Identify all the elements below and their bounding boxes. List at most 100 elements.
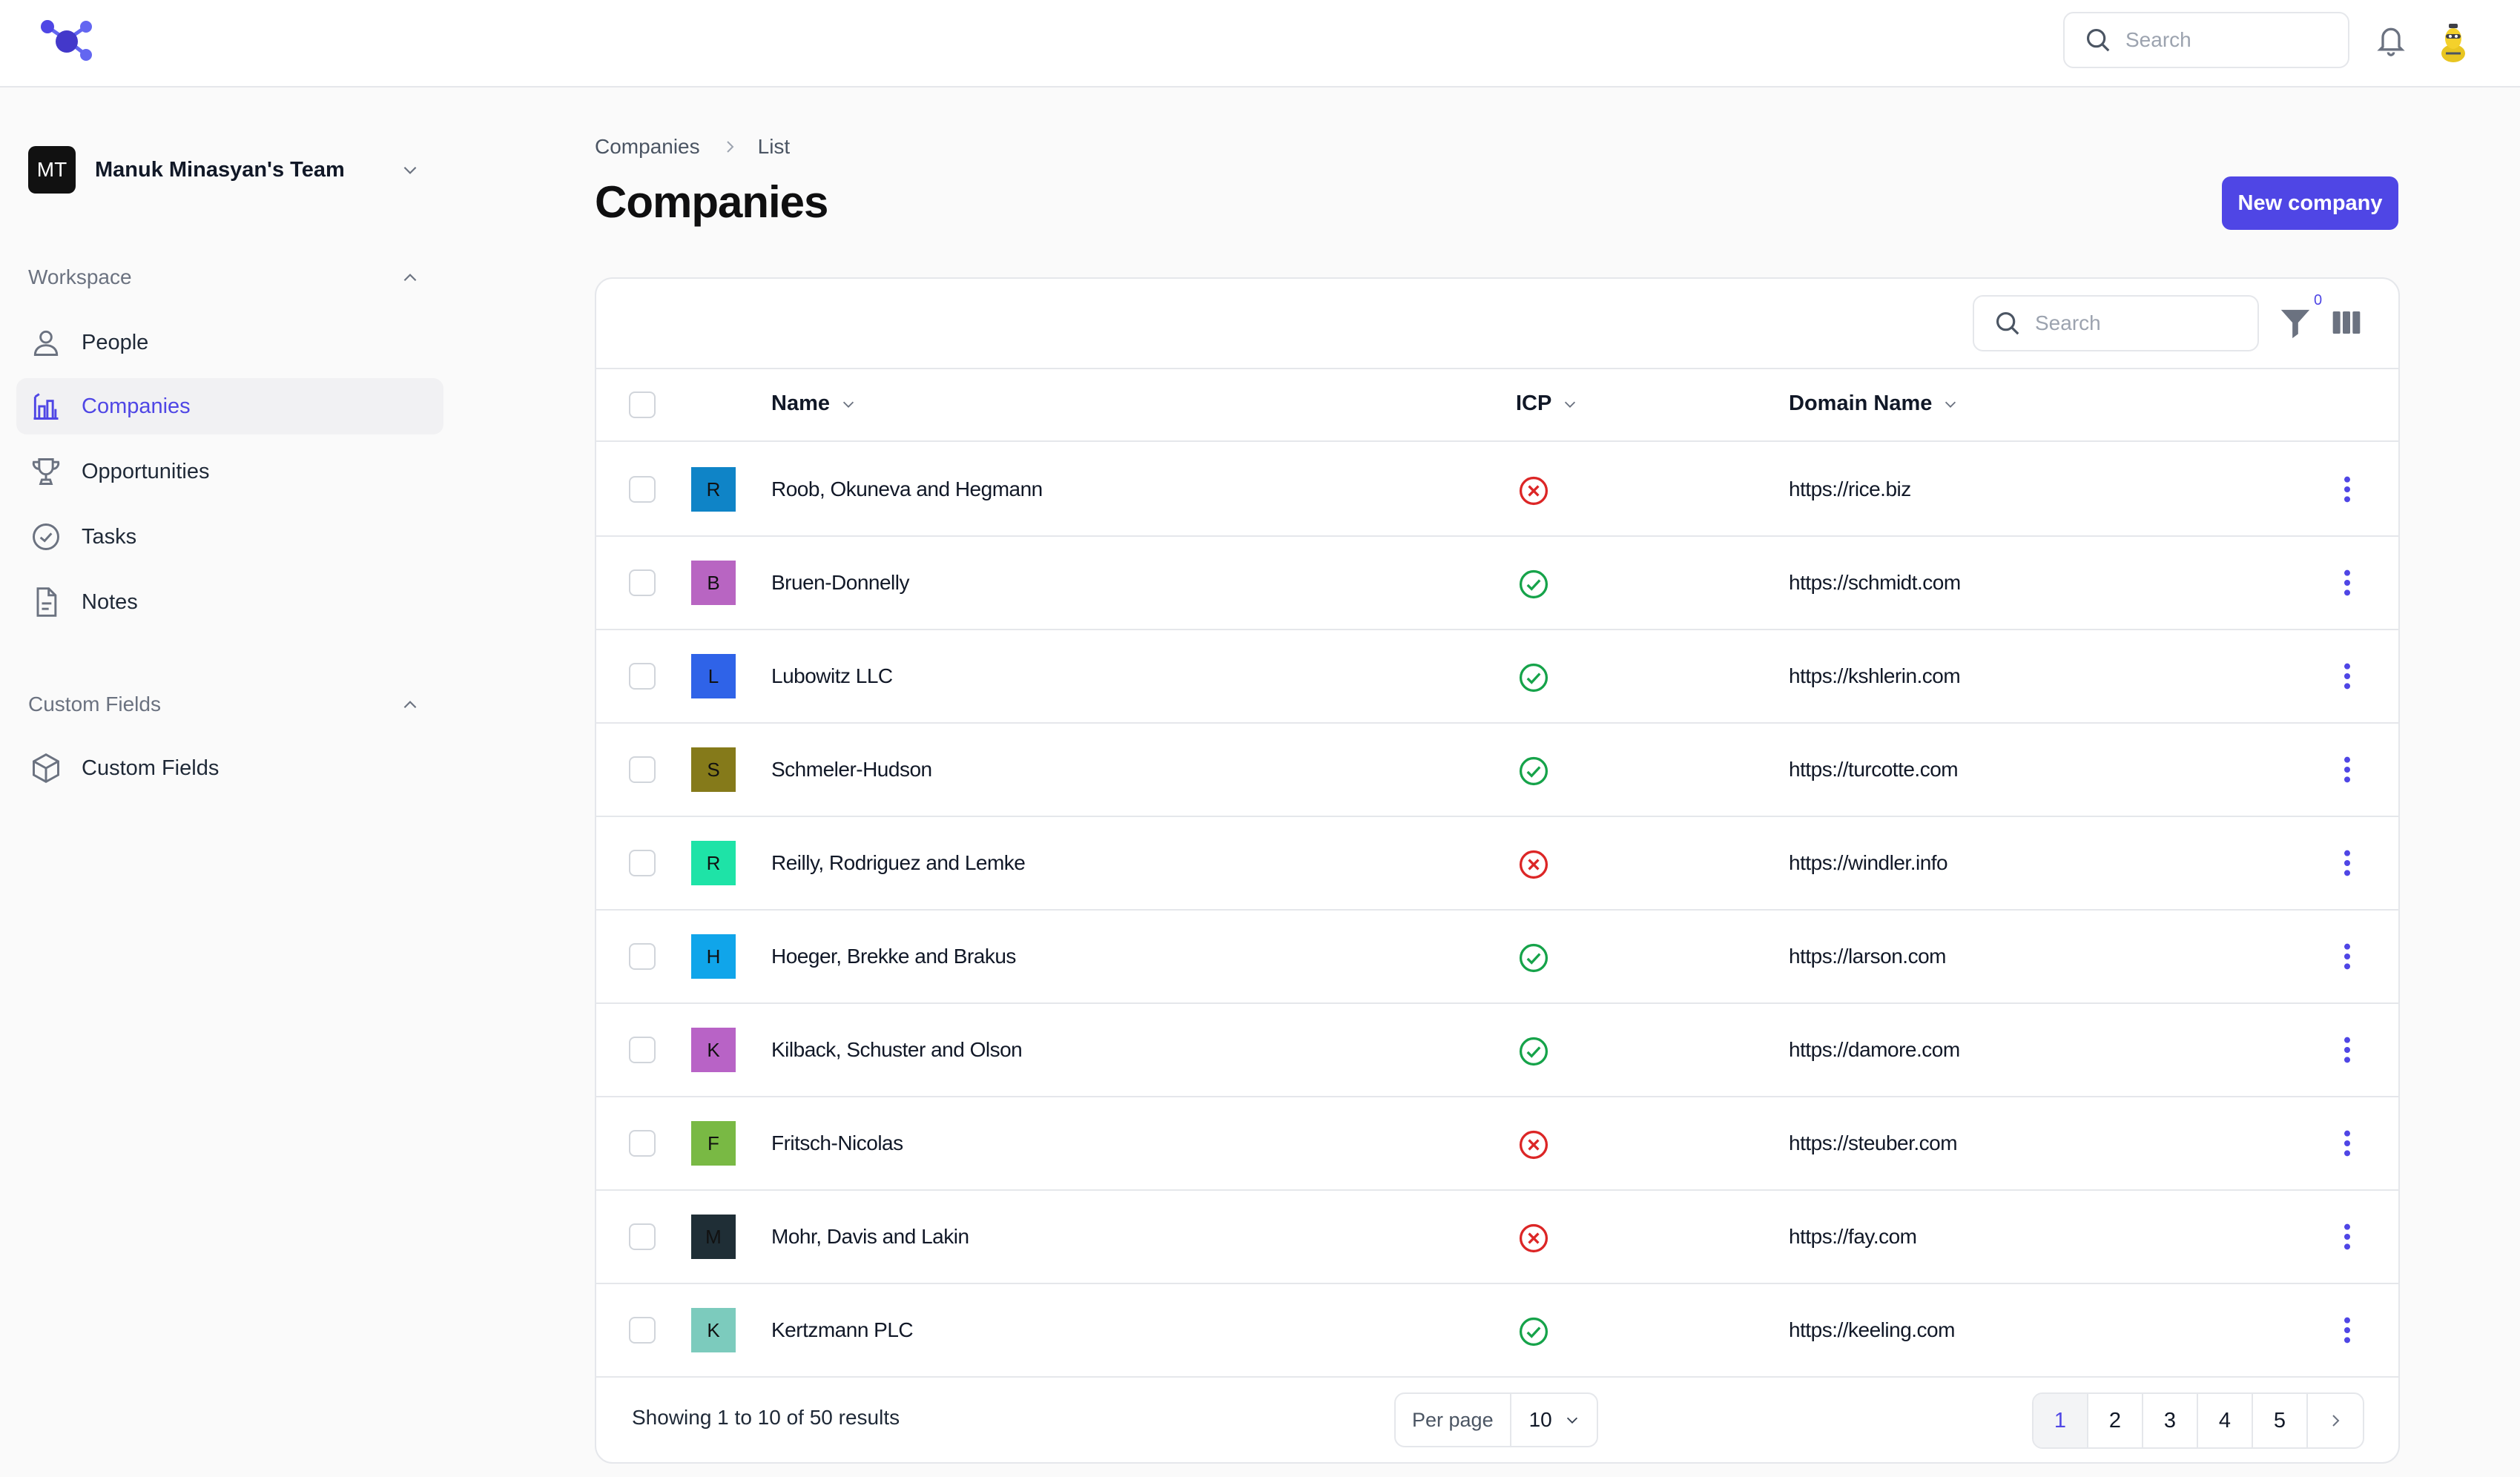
more-vertical-icon[interactable] <box>2336 475 2358 504</box>
workspace-section-toggle[interactable]: Workspace <box>28 261 429 294</box>
table-row[interactable]: F Fritsch-Nicolas https://steuber.com <box>596 1097 2398 1191</box>
more-vertical-icon[interactable] <box>2336 1129 2358 1158</box>
page-button-2[interactable]: 2 <box>2088 1394 2143 1447</box>
more-vertical-icon[interactable] <box>2336 568 2358 598</box>
more-vertical-icon[interactable] <box>2336 755 2358 784</box>
table-row[interactable]: M Mohr, Davis and Lakin https://fay.com <box>596 1191 2398 1284</box>
table-row[interactable]: L Lubowitz LLC https://kshlerin.com <box>596 630 2398 724</box>
more-vertical-icon[interactable] <box>2336 1222 2358 1252</box>
custom-fields-section-toggle[interactable]: Custom Fields <box>28 688 429 721</box>
check-circle-icon <box>1519 1037 1548 1066</box>
company-domain[interactable]: https://keeling.com <box>1789 1318 1955 1342</box>
company-name[interactable]: Mohr, Davis and Lakin <box>771 1225 969 1249</box>
more-vertical-icon[interactable] <box>2336 1315 2358 1345</box>
company-domain[interactable]: https://rice.biz <box>1789 478 1911 501</box>
next-page-button[interactable] <box>2308 1394 2363 1447</box>
company-domain[interactable]: https://steuber.com <box>1789 1131 1958 1155</box>
column-header-icp[interactable]: ICP <box>1516 391 1578 416</box>
table-row[interactable]: S Schmeler-Hudson https://turcotte.com <box>596 724 2398 817</box>
company-name[interactable]: Kilback, Schuster and Olson <box>771 1038 1023 1062</box>
column-header-name[interactable]: Name <box>771 391 857 416</box>
table-row[interactable]: K Kilback, Schuster and Olson https://damo… <box>596 1004 2398 1097</box>
row-checkbox[interactable] <box>629 850 656 876</box>
sidebar-item-tasks[interactable]: Tasks <box>16 509 443 565</box>
more-vertical-icon[interactable] <box>2336 848 2358 878</box>
breadcrumb-current: List <box>757 135 791 158</box>
team-name: Manuk Minasyan's Team <box>95 157 345 182</box>
company-name[interactable]: Lubowitz LLC <box>771 664 893 688</box>
per-page-select[interactable]: Per page 10 <box>1394 1392 1598 1447</box>
company-name[interactable]: Schmeler-Hudson <box>771 758 932 782</box>
workspace-section-label: Workspace <box>28 265 132 288</box>
global-search[interactable] <box>2063 12 2349 68</box>
page-button-1[interactable]: 1 <box>2034 1394 2088 1447</box>
table-row[interactable]: R Reilly, Rodriguez and Lemke https://wind… <box>596 817 2398 911</box>
company-domain[interactable]: https://windler.info <box>1789 851 1948 875</box>
company-name[interactable]: Fritsch-Nicolas <box>771 1131 903 1155</box>
top-bar <box>0 0 2520 87</box>
sidebar-item-opportunities[interactable]: Opportunities <box>16 443 443 500</box>
row-checkbox[interactable] <box>629 1317 656 1344</box>
per-page-value: 10 <box>1528 1408 1552 1431</box>
table-search[interactable] <box>1973 295 2259 351</box>
table-row[interactable]: B Bruen-Donnelly https://schmidt.com <box>596 537 2398 630</box>
page-button-3[interactable]: 3 <box>2143 1394 2198 1447</box>
row-checkbox[interactable] <box>629 663 656 690</box>
breadcrumb-companies-link[interactable]: Companies <box>595 135 700 159</box>
filter-icon[interactable] <box>2278 305 2312 343</box>
row-checkbox[interactable] <box>629 943 656 970</box>
company-name[interactable]: Kertzmann PLC <box>771 1318 914 1342</box>
search-icon <box>1996 311 2019 335</box>
sidebar-item-companies[interactable]: Companies <box>16 378 443 434</box>
chevron-up-icon <box>403 274 417 282</box>
sidebar-item-people[interactable]: People <box>16 314 443 371</box>
user-avatar[interactable] <box>2435 19 2471 64</box>
chevron-down-icon <box>1945 401 1956 408</box>
page-button-5[interactable]: 5 <box>2253 1394 2308 1447</box>
more-vertical-icon[interactable] <box>2336 942 2358 971</box>
columns-icon[interactable] <box>2332 308 2361 337</box>
table-row[interactable]: H Hoeger, Brekke and Brakus https://larson… <box>596 911 2398 1004</box>
table-row[interactable]: R Roob, Okuneva and Hegmann https://rice.b… <box>596 443 2398 537</box>
per-page-value-wrap[interactable]: 10 <box>1511 1408 1597 1432</box>
company-logo: B <box>691 561 736 605</box>
company-domain[interactable]: https://larson.com <box>1789 945 1946 968</box>
app-logo-icon[interactable] <box>37 18 96 65</box>
row-checkbox[interactable] <box>629 756 656 783</box>
new-company-button[interactable]: New company <box>2222 176 2398 230</box>
row-checkbox[interactable] <box>629 476 656 503</box>
row-checkbox[interactable] <box>629 1130 656 1157</box>
company-name[interactable]: Hoeger, Brekke and Brakus <box>771 945 1016 968</box>
row-checkbox[interactable] <box>629 1037 656 1063</box>
select-all-checkbox[interactable] <box>629 391 656 418</box>
more-vertical-icon[interactable] <box>2336 661 2358 691</box>
company-name[interactable]: Reilly, Rodriguez and Lemke <box>771 851 1026 875</box>
company-domain[interactable]: https://damore.com <box>1789 1038 1960 1062</box>
x-circle-icon <box>1519 850 1548 879</box>
company-name[interactable]: Bruen-Donnelly <box>771 571 910 595</box>
chevron-down-icon <box>842 401 854 408</box>
sidebar-item-custom-fields[interactable]: Custom Fields <box>16 740 443 796</box>
company-domain[interactable]: https://turcotte.com <box>1789 758 1959 782</box>
more-vertical-icon[interactable] <box>2336 1035 2358 1065</box>
table-row[interactable]: K Kertzmann PLC https://keeling.com <box>596 1284 2398 1378</box>
company-domain[interactable]: https://fay.com <box>1789 1225 1917 1249</box>
person-icon <box>33 330 59 356</box>
sidebar-item-notes[interactable]: Notes <box>16 574 443 630</box>
breadcrumb: Companies List <box>595 135 790 159</box>
company-domain[interactable]: https://kshlerin.com <box>1789 664 1961 688</box>
row-checkbox[interactable] <box>629 1223 656 1250</box>
check-circle-icon <box>1519 943 1548 973</box>
company-name[interactable]: Roob, Okuneva and Hegmann <box>771 478 1043 501</box>
company-domain[interactable]: https://schmidt.com <box>1789 571 1961 595</box>
sidebar-item-label: Opportunities <box>82 459 210 483</box>
team-switcher[interactable]: MT Manuk Minasyan's Team <box>28 145 429 194</box>
global-search-input[interactable] <box>2125 28 2333 52</box>
row-checkbox[interactable] <box>629 569 656 596</box>
check-circle-icon <box>1519 663 1548 693</box>
table-search-input[interactable] <box>2035 311 2243 335</box>
chevron-up-icon <box>403 701 417 709</box>
bell-icon[interactable] <box>2375 22 2407 58</box>
column-header-domain-name[interactable]: Domain Name <box>1789 391 1959 416</box>
page-button-4[interactable]: 4 <box>2198 1394 2253 1447</box>
